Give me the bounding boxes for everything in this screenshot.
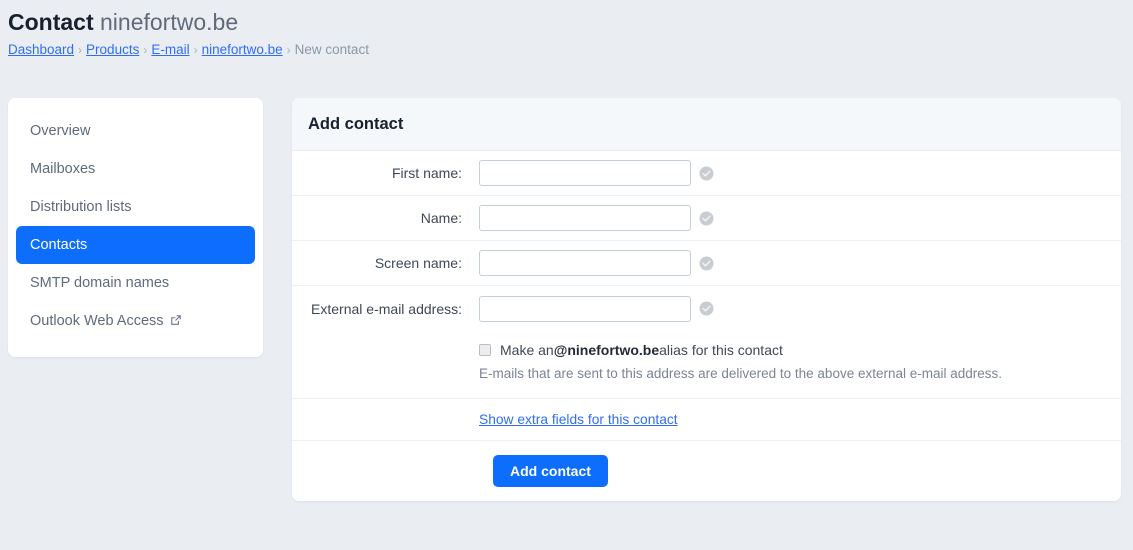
- breadcrumb: Dashboard › Products › E-mail › ninefortwo.be ›…: [8, 41, 369, 59]
- sidebar-item-label: Mailboxes: [30, 161, 96, 177]
- form-row: First name:: [292, 151, 1121, 196]
- field-wrapper: [479, 295, 714, 322]
- field-label: Name:: [420, 210, 462, 226]
- page-title: Contact ninefortwo.be: [8, 8, 369, 36]
- alias-text-after: alias for this contact: [659, 342, 783, 358]
- field-wrapper: [479, 205, 714, 231]
- sidebar-item-overview[interactable]: Overview: [16, 112, 255, 150]
- alias-domain: @ninefortwo.be: [553, 342, 660, 358]
- page-title-domain: ninefortwo.be: [100, 9, 239, 35]
- alias-row-spacer: [306, 342, 479, 344]
- check-circle-icon: [699, 301, 714, 316]
- input-external-e-mail-address[interactable]: [479, 295, 691, 322]
- alias-row-content: Make an @ninefortwo.be alias for this co…: [479, 342, 1002, 381]
- alias-checkbox[interactable]: [479, 344, 491, 356]
- form-row: Name:: [292, 196, 1121, 241]
- breadcrumb-separator: ›: [143, 43, 148, 57]
- check-circle-icon: [699, 256, 714, 271]
- breadcrumb-link[interactable]: Products: [86, 42, 139, 57]
- sidebar-item-label: Outlook Web Access: [30, 313, 164, 329]
- sidebar-nav: Overview Mailboxes Distribution lists Conta…: [8, 98, 263, 357]
- add-contact-card: Add contact First name: Name: Screen name:…: [292, 98, 1121, 501]
- field-label: First name:: [391, 165, 462, 181]
- form-row: External e-mail address:: [292, 286, 1121, 331]
- add-contact-button[interactable]: Add contact: [493, 455, 608, 487]
- breadcrumb-link[interactable]: Dashboard: [8, 42, 74, 57]
- alias-checkbox-label[interactable]: Make an @ninefortwo.be alias for this co…: [479, 342, 1002, 358]
- sidebar-item-label: Contacts: [30, 237, 88, 253]
- field-label: External e-mail address:: [311, 300, 462, 317]
- breadcrumb-current: New contact: [294, 42, 369, 57]
- input-screen-name[interactable]: [479, 250, 691, 276]
- sidebar-item-outlook-web-access[interactable]: Outlook Web Access: [16, 302, 255, 341]
- alias-help-text: E-mails that are sent to this address ar…: [479, 366, 1003, 381]
- external-link-icon: [170, 312, 182, 332]
- sidebar-item-distribution-lists[interactable]: Distribution lists: [16, 188, 255, 226]
- check-circle-icon: [699, 211, 714, 226]
- form-fields: First name: Name: Screen name: External e-m…: [292, 151, 1121, 331]
- sidebar-item-mailboxes[interactable]: Mailboxes: [16, 150, 255, 188]
- alias-text-before: Make an: [500, 342, 554, 358]
- field-wrapper: [479, 160, 714, 186]
- extra-fields-row: Show extra fields for this contact: [292, 399, 1121, 441]
- card-title: Add contact: [308, 115, 404, 133]
- input-name[interactable]: [479, 205, 691, 231]
- sidebar-item-smtp-domain-names[interactable]: SMTP domain names: [16, 264, 255, 302]
- input-first-name[interactable]: [479, 160, 691, 186]
- breadcrumb-separator: ›: [78, 43, 83, 57]
- page-header: Contact ninefortwo.be Dashboard › Products…: [8, 8, 369, 59]
- show-extra-fields-link[interactable]: Show extra fields for this contact: [479, 412, 678, 427]
- sidebar-item-label: Overview: [30, 123, 91, 139]
- sidebar-item-label: SMTP domain names: [30, 275, 170, 291]
- breadcrumb-link[interactable]: E-mail: [151, 42, 189, 57]
- submit-row: Add contact: [292, 441, 1121, 501]
- field-wrapper: [479, 250, 714, 276]
- form-row: Screen name:: [292, 241, 1121, 286]
- page-title-strong: Contact: [8, 9, 94, 35]
- sidebar-item-label: Distribution lists: [30, 199, 132, 215]
- breadcrumb-link[interactable]: ninefortwo.be: [202, 42, 283, 57]
- breadcrumb-separator: ›: [193, 43, 198, 57]
- sidebar-item-contacts[interactable]: Contacts: [16, 226, 255, 264]
- card-header: Add contact: [292, 98, 1121, 151]
- field-label: Screen name:: [374, 255, 462, 271]
- alias-row: Make an @ninefortwo.be alias for this co…: [292, 331, 1121, 399]
- check-circle-icon: [699, 166, 714, 181]
- breadcrumb-separator: ›: [286, 43, 291, 57]
